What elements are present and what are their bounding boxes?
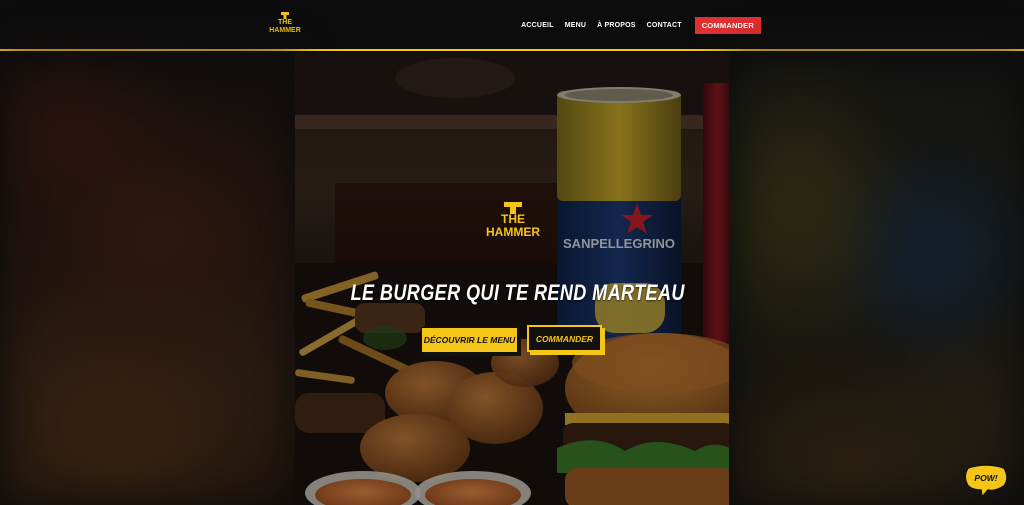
nav-item-contact[interactable]: CONTACT xyxy=(647,22,682,29)
site-header: THE HAMMER ACCUEIL MENU À PROPOS CONTACT… xyxy=(0,0,1024,51)
hero-logo-line2: HAMMER xyxy=(486,225,540,238)
the-hammer-hero-logo: THE HAMMER xyxy=(486,202,540,238)
background-blur-left xyxy=(0,53,295,505)
header-order-button[interactable]: COMMANDER xyxy=(694,16,761,34)
hero-order-button[interactable]: COMMANDER xyxy=(527,325,602,352)
background-blur-right xyxy=(729,53,1024,505)
pow-chat-badge[interactable]: POW! xyxy=(964,464,1008,499)
nav-item-menu[interactable]: MENU xyxy=(565,22,586,29)
nav-item-accueil[interactable]: ACCUEIL xyxy=(521,22,554,29)
the-hammer-logo[interactable]: THE HAMMER xyxy=(268,12,302,34)
hero-section: SANPELLEGRINO THE HAMMER LE BURGER QUI T… xyxy=(295,53,729,505)
hero-tagline: LE BURGER QUI TE REND MARTEAU xyxy=(350,280,685,305)
logo-line2: HAMMER xyxy=(269,27,301,34)
hero-logo-line1: THE xyxy=(501,212,525,226)
pow-label: POW! xyxy=(974,473,998,483)
nav-item-a-propos[interactable]: À PROPOS xyxy=(597,22,636,29)
discover-menu-button[interactable]: DÉCOUVRIR LE MENU xyxy=(421,327,518,353)
main-nav: ACCUEIL MENU À PROPOS CONTACT COMMANDER xyxy=(521,16,761,34)
logo-line1: THE xyxy=(278,19,292,26)
hero-dark-overlay xyxy=(295,53,729,505)
